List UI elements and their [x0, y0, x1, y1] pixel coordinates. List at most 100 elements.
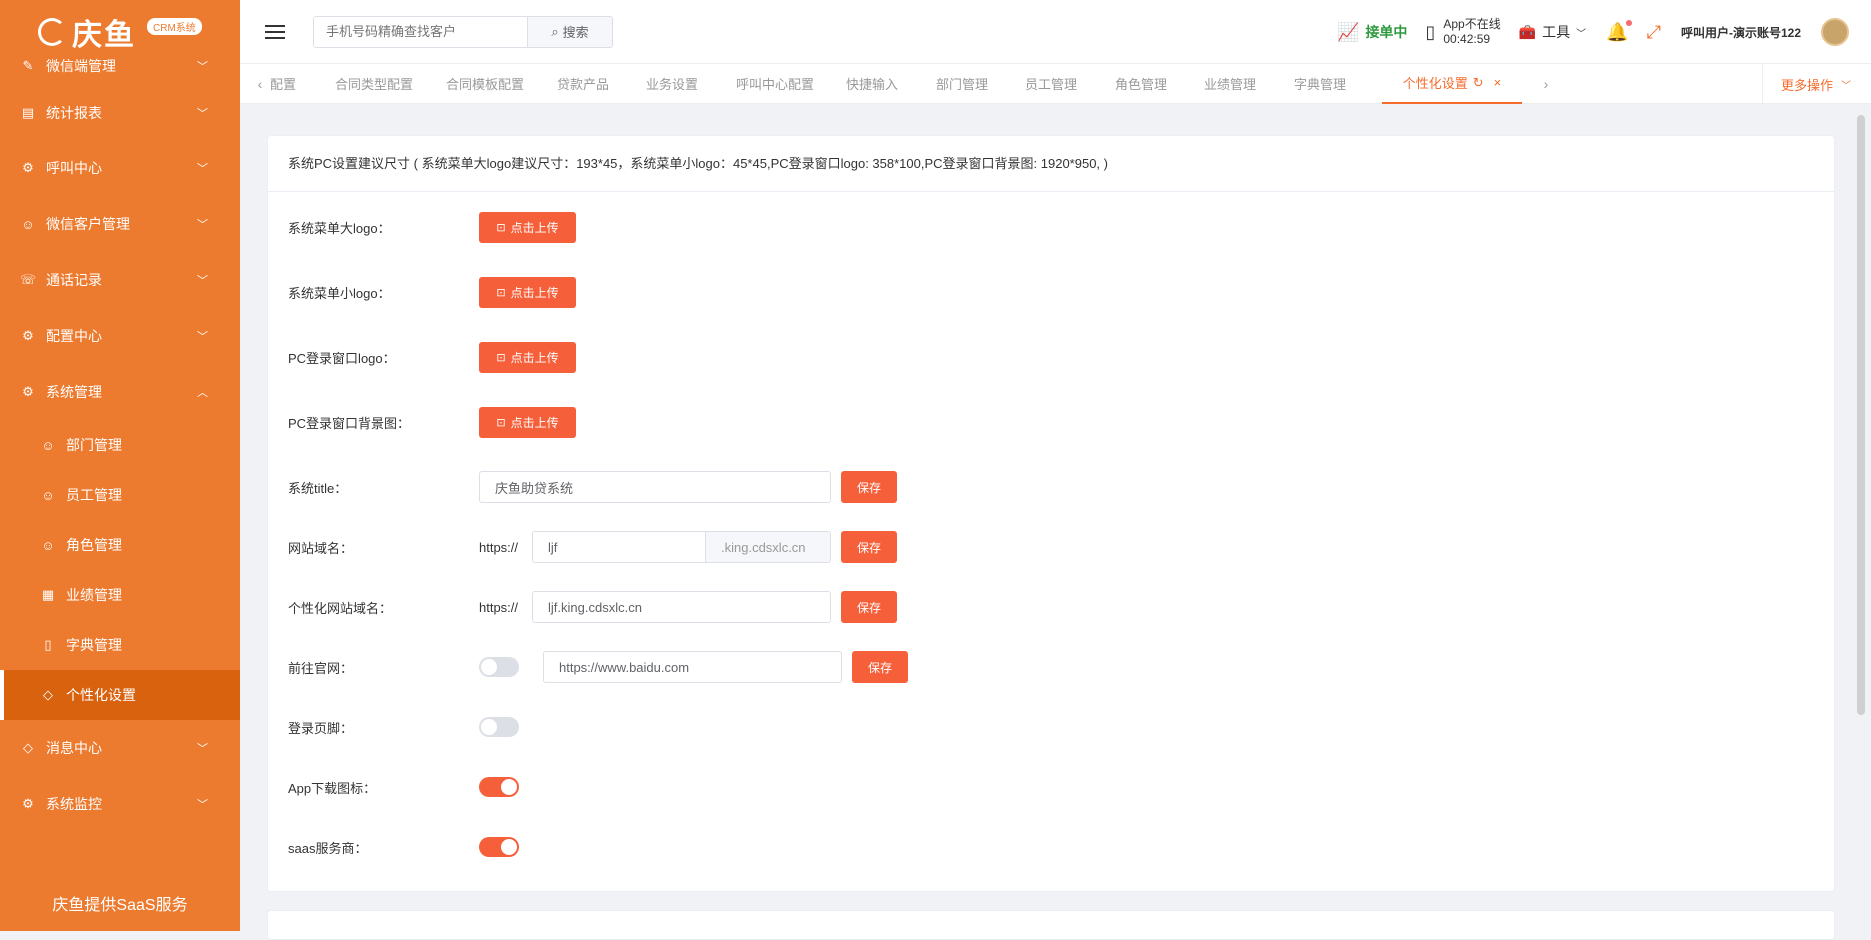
sidebar-item-reports[interactable]: ▤ 统计报表 ﹀ — [0, 86, 240, 140]
tab-label: 个性化设置 — [1402, 76, 1468, 91]
page-scrollbar[interactable] — [1857, 115, 1865, 715]
menu-toggle-icon[interactable] — [265, 21, 285, 43]
tab-bar: ‹ 配置 合同类型配置 合同模板配置 贷款产品 业务设置 呼叫中心配置 快捷输入… — [240, 64, 1871, 104]
title-input[interactable]: 庆鱼助贷系统 — [479, 471, 831, 503]
website-input[interactable]: https://www.baidu.com — [543, 651, 842, 683]
tab-performance[interactable]: 业绩管理 — [1204, 64, 1294, 104]
close-icon[interactable]: × — [1494, 75, 1502, 90]
app-icon-toggle[interactable] — [479, 777, 519, 797]
website-toggle[interactable] — [479, 657, 519, 677]
sidebar-subitem-personalize[interactable]: ◇ 个性化设置 — [0, 670, 240, 720]
toolbox-icon: 🧰 — [1518, 23, 1537, 40]
upload-icon: ⊡ — [496, 286, 506, 299]
tab-staff[interactable]: 员工管理 — [1025, 64, 1115, 104]
tab-role[interactable]: 角色管理 — [1115, 64, 1204, 104]
field-label: PC登录窗口logo： — [288, 350, 396, 366]
sidebar-item-messages[interactable]: ◇ 消息中心 ﹀ — [0, 720, 240, 776]
second-card — [267, 910, 1835, 940]
main-content: 系统PC设置建议尺寸 ( 系统菜单大logo建议尺寸：193*45，系统菜单小l… — [247, 115, 1842, 940]
upload-pc-bg-button[interactable]: ⊡ 点击上传 — [479, 406, 576, 438]
tab-business-settings[interactable]: 业务设置 — [646, 64, 736, 104]
tab-quick-input[interactable]: 快捷输入 — [846, 64, 936, 104]
row-title: 系统title： 庆鱼助贷系统 保存 — [288, 471, 897, 503]
tab-contract-template[interactable]: 合同模板配置 — [446, 64, 557, 104]
sidebar-subitem-staff[interactable]: ☺ 员工管理 — [0, 470, 240, 520]
order-status[interactable]: 📈 接单中 — [1337, 22, 1407, 43]
save-domain-button[interactable]: 保存 — [841, 531, 897, 563]
tab-loan-product[interactable]: 贷款产品 — [557, 64, 646, 104]
upload-pc-logo-button[interactable]: ⊡ 点击上传 — [479, 341, 576, 373]
sidebar-item-config[interactable]: ⚙ 配置中心 ﹀ — [0, 308, 240, 364]
tabs-scroll-left-icon[interactable]: ‹ — [250, 76, 270, 92]
chevron-down-icon: ﹀ — [197, 743, 208, 755]
saas-toggle[interactable] — [479, 837, 519, 857]
tab-label: 合同类型配置 — [335, 77, 414, 92]
refresh-icon[interactable]: ↻ — [1473, 75, 1484, 91]
row-footer: 登录页脚： — [288, 711, 519, 743]
field-label: saas服务商： — [288, 840, 368, 856]
more-actions-dropdown[interactable]: 更多操作 ﹀ — [1761, 64, 1851, 104]
sidebar-item-wechat-customers[interactable]: ☺ 微信客户管理 ﹀ — [0, 196, 240, 252]
search-input[interactable] — [313, 15, 528, 48]
field-label: 网站域名： — [288, 540, 354, 556]
brand-badge: CRM系统 — [147, 18, 202, 35]
sidebar-item-call-records[interactable]: ☏ 通话记录 ﹀ — [0, 252, 240, 308]
search-button-label: 搜索 — [562, 25, 589, 40]
chevron-down-icon: ﹀ — [1576, 28, 1587, 40]
settings-card: 系统PC设置建议尺寸 ( 系统菜单大logo建议尺寸：193*45，系统菜单小l… — [267, 135, 1835, 892]
phone-icon: ☏ — [19, 272, 37, 287]
chevron-down-icon: ﹀ — [197, 799, 208, 811]
save-website-button[interactable]: 保存 — [852, 651, 908, 683]
fish-logo-icon — [38, 18, 66, 46]
sidebar-subitem-performance[interactable]: ▦ 业绩管理 — [0, 570, 240, 620]
custom-domain-input[interactable]: ljf.king.cdsxlc.cn — [532, 591, 831, 623]
sidebar-subitem-dictionary[interactable]: ▯ 字典管理 — [0, 620, 240, 670]
sidebar-subitem-department[interactable]: ☺ 部门管理 — [0, 420, 240, 470]
upload-big-logo-button[interactable]: ⊡ 点击上传 — [479, 211, 576, 243]
more-actions-label: 更多操作 — [1780, 77, 1833, 93]
row-pc-bg: PC登录窗口背景图： ⊡ 点击上传 — [288, 406, 576, 438]
tabs-scroll-right-icon[interactable]: › — [1536, 76, 1556, 92]
field-label: PC登录窗口背景图： — [288, 415, 411, 431]
sidebar-subitem-label: 部门管理 — [66, 437, 122, 453]
sidebar-subitem-role[interactable]: ☺ 角色管理 — [0, 520, 240, 570]
header-right: 📈 接单中 ▯ App不在线 00:42:59 🧰 工具 ﹀ 🔔 ⤢ 呼叫用户-演示账号1… — [1337, 0, 1871, 64]
upload-small-logo-button[interactable]: ⊡ 点击上传 — [479, 276, 576, 308]
tab-callcenter-config[interactable]: 呼叫中心配置 — [736, 64, 846, 104]
sidebar-item-label: 系统管理 — [46, 384, 102, 400]
chevron-down-icon: ﹀ — [197, 108, 208, 120]
sidebar-item-system[interactable]: ⚙ 系统管理 ︿ — [0, 364, 240, 420]
sidebar-item-monitor[interactable]: ⚙ 系统监控 ﹀ — [0, 776, 240, 832]
tools-label: 工具 — [1542, 24, 1571, 40]
tab-label: 员工管理 — [1025, 77, 1078, 92]
save-title-button[interactable]: 保存 — [841, 471, 897, 503]
search-button[interactable]: ⌕ 搜索 — [528, 15, 613, 48]
domain-input[interactable]: ljf — [532, 531, 706, 563]
tab-config[interactable]: 配置 — [270, 64, 335, 104]
field-label: 个性化网站域名： — [288, 600, 393, 616]
sidebar-item-label: 配置中心 — [46, 328, 102, 344]
field-label: 系统title： — [288, 480, 348, 496]
save-custom-domain-button[interactable]: 保存 — [841, 591, 897, 623]
tab-contract-type[interactable]: 合同类型配置 — [335, 64, 446, 104]
chevron-down-icon: ﹀ — [197, 275, 208, 287]
user-name[interactable]: 呼叫用户-演示账号122 — [1681, 24, 1801, 41]
tab-personalize[interactable]: 个性化设置 ↻ × — [1382, 64, 1522, 104]
tab-dictionary[interactable]: 字典管理 — [1294, 64, 1382, 104]
field-label: 前往官网： — [288, 660, 354, 676]
avatar[interactable] — [1821, 18, 1849, 46]
tools-dropdown[interactable]: 🧰 工具 ﹀ — [1519, 22, 1586, 42]
tab-label: 业务设置 — [646, 77, 699, 92]
book-icon: ▯ — [44, 637, 52, 652]
app-status-time: 00:42:59 — [1443, 32, 1491, 46]
fullscreen-icon[interactable]: ⤢ — [1647, 22, 1661, 43]
chevron-down-icon: ﹀ — [197, 61, 208, 73]
user-icon: ☺ — [21, 216, 35, 232]
footer-toggle[interactable] — [479, 717, 519, 737]
tab-label: 业绩管理 — [1204, 77, 1257, 92]
upload-label: 点击上传 — [510, 220, 559, 235]
sidebar-item-callcenter[interactable]: ⚙ 呼叫中心 ﹀ — [0, 140, 240, 196]
sidebar-item-wechat[interactable]: ✎ 微信端管理 ﹀ — [0, 46, 240, 86]
tab-department[interactable]: 部门管理 — [936, 64, 1025, 104]
bell-icon[interactable]: 🔔 — [1606, 19, 1632, 43]
